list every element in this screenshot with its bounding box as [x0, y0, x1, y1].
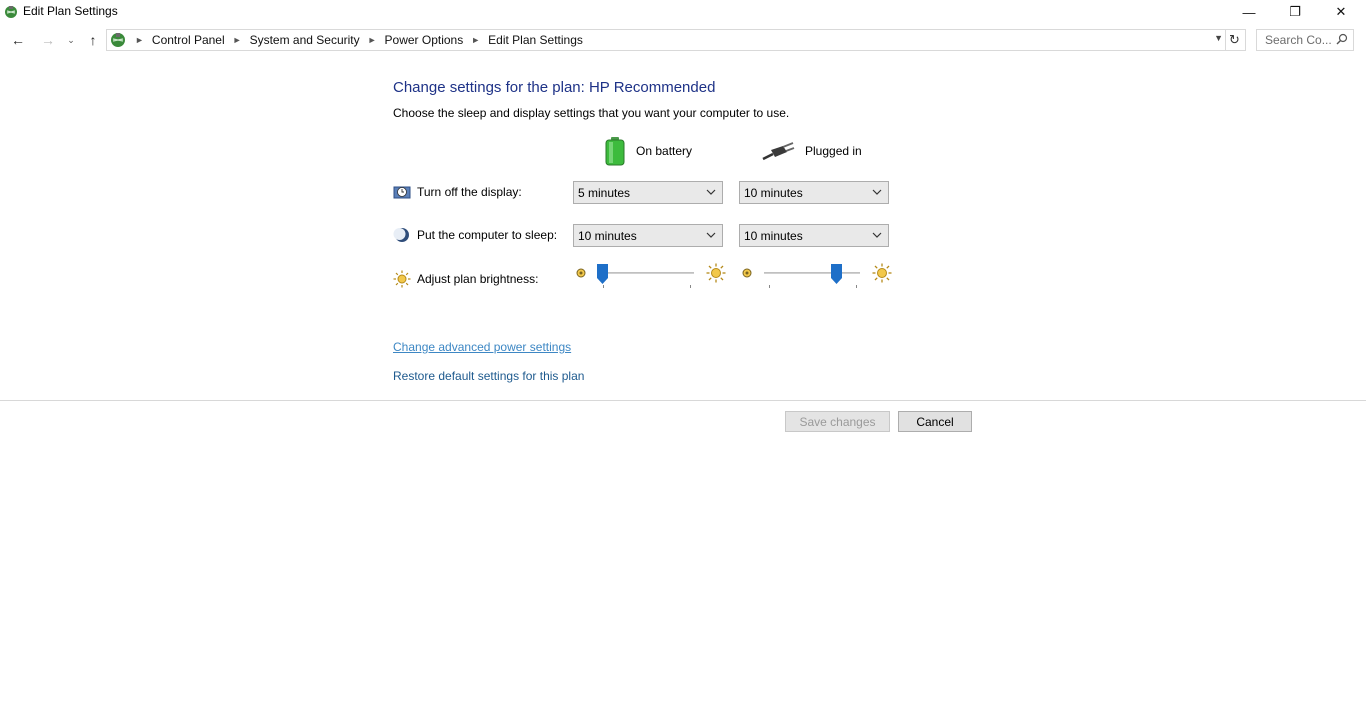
slider-tick: [603, 285, 604, 288]
display-battery-value: 5 minutes: [578, 185, 631, 200]
brightness-low-icon: [742, 268, 752, 278]
slider-thumb[interactable]: [597, 264, 609, 284]
breadcrumb-control-panel[interactable]: Control Panel: [152, 33, 225, 47]
maximize-button[interactable]: ❐: [1272, 0, 1318, 24]
slider-thumb[interactable]: [830, 264, 842, 284]
page-title: Change settings for the plan: HP Recomme…: [393, 79, 716, 96]
window-title: Edit Plan Settings: [23, 4, 118, 18]
display-timeout-label: Turn off the display:: [417, 185, 522, 199]
address-bar[interactable]: ► Control Panel ► System and Security ► …: [106, 29, 1246, 51]
sleep-battery-select[interactable]: 10 minutes: [573, 224, 723, 247]
refresh-button[interactable]: ↻: [1225, 30, 1243, 50]
search-input[interactable]: Search Co...: [1256, 29, 1354, 51]
chevron-down-icon: [872, 232, 882, 238]
breadcrumb-edit-plan-settings[interactable]: Edit Plan Settings: [488, 33, 583, 47]
slider-tick: [690, 285, 691, 288]
brightness-high-icon: [706, 263, 726, 283]
minimize-button[interactable]: —: [1226, 0, 1272, 24]
column-header-plugged: Plugged in: [761, 136, 862, 166]
chevron-down-icon[interactable]: ▼: [1214, 33, 1223, 43]
brightness-label: Adjust plan brightness:: [417, 272, 539, 286]
brightness-sun-icon: [393, 270, 411, 288]
battery-icon: [605, 137, 625, 166]
sleep-battery-value: 10 minutes: [578, 228, 637, 243]
chevron-down-icon: [706, 189, 716, 195]
power-options-icon: [5, 6, 17, 18]
restore-defaults-link[interactable]: Restore default settings for this plan: [393, 369, 584, 383]
navigation-bar: ← → ⌄ ↑ ► Control Panel ► System and Sec…: [0, 28, 1366, 52]
column-label-battery: On battery: [636, 144, 693, 158]
sleep-timeout-label: Put the computer to sleep:: [417, 228, 558, 242]
chevron-right-icon: ►: [135, 35, 144, 45]
display-timer-icon: [393, 186, 411, 199]
cancel-button[interactable]: Cancel: [898, 411, 972, 432]
setting-row-display: Turn off the display:: [393, 181, 522, 203]
slider-track: [598, 272, 694, 274]
setting-row-brightness: Adjust plan brightness:: [393, 268, 538, 290]
close-button[interactable]: ✕: [1318, 0, 1364, 24]
recent-locations-button[interactable]: ⌄: [64, 30, 78, 50]
breadcrumb-power-options[interactable]: Power Options: [385, 33, 464, 47]
sleep-moon-icon: [393, 228, 409, 242]
chevron-down-icon: [706, 232, 716, 238]
brightness-low-icon: [576, 268, 586, 278]
forward-button[interactable]: →: [38, 30, 58, 50]
save-changes-button[interactable]: Save changes: [785, 411, 890, 432]
breadcrumb-system-and-security[interactable]: System and Security: [250, 33, 360, 47]
setting-row-sleep: Put the computer to sleep:: [393, 224, 557, 246]
slider-track: [764, 272, 860, 274]
sleep-plugged-value: 10 minutes: [744, 228, 803, 243]
search-placeholder: Search Co...: [1265, 33, 1332, 47]
slider-tick: [856, 285, 857, 288]
back-button[interactable]: ←: [8, 30, 28, 50]
brightness-plugged-slider[interactable]: [740, 263, 892, 292]
slider-tick: [769, 285, 770, 288]
display-plugged-value: 10 minutes: [744, 185, 803, 200]
plug-icon: [762, 142, 795, 161]
power-options-icon: [111, 33, 125, 47]
chevron-right-icon[interactable]: ►: [233, 35, 242, 45]
brightness-battery-slider[interactable]: [574, 263, 726, 292]
column-header-battery: On battery: [604, 136, 692, 166]
chevron-down-icon: [872, 189, 882, 195]
chevron-right-icon[interactable]: ►: [471, 35, 480, 45]
sleep-plugged-select[interactable]: 10 minutes: [739, 224, 889, 247]
divider: [0, 400, 1366, 401]
search-icon: [1336, 33, 1348, 45]
title-bar: Edit Plan Settings — ❐ ✕: [0, 0, 1366, 24]
chevron-right-icon[interactable]: ►: [368, 35, 377, 45]
page-subtitle: Choose the sleep and display settings th…: [393, 106, 790, 120]
display-plugged-select[interactable]: 10 minutes: [739, 181, 889, 204]
advanced-power-settings-link[interactable]: Change advanced power settings: [393, 340, 571, 354]
up-button[interactable]: ↑: [83, 30, 103, 50]
display-battery-select[interactable]: 5 minutes: [573, 181, 723, 204]
brightness-high-icon: [872, 263, 892, 283]
column-label-plugged: Plugged in: [805, 144, 862, 158]
